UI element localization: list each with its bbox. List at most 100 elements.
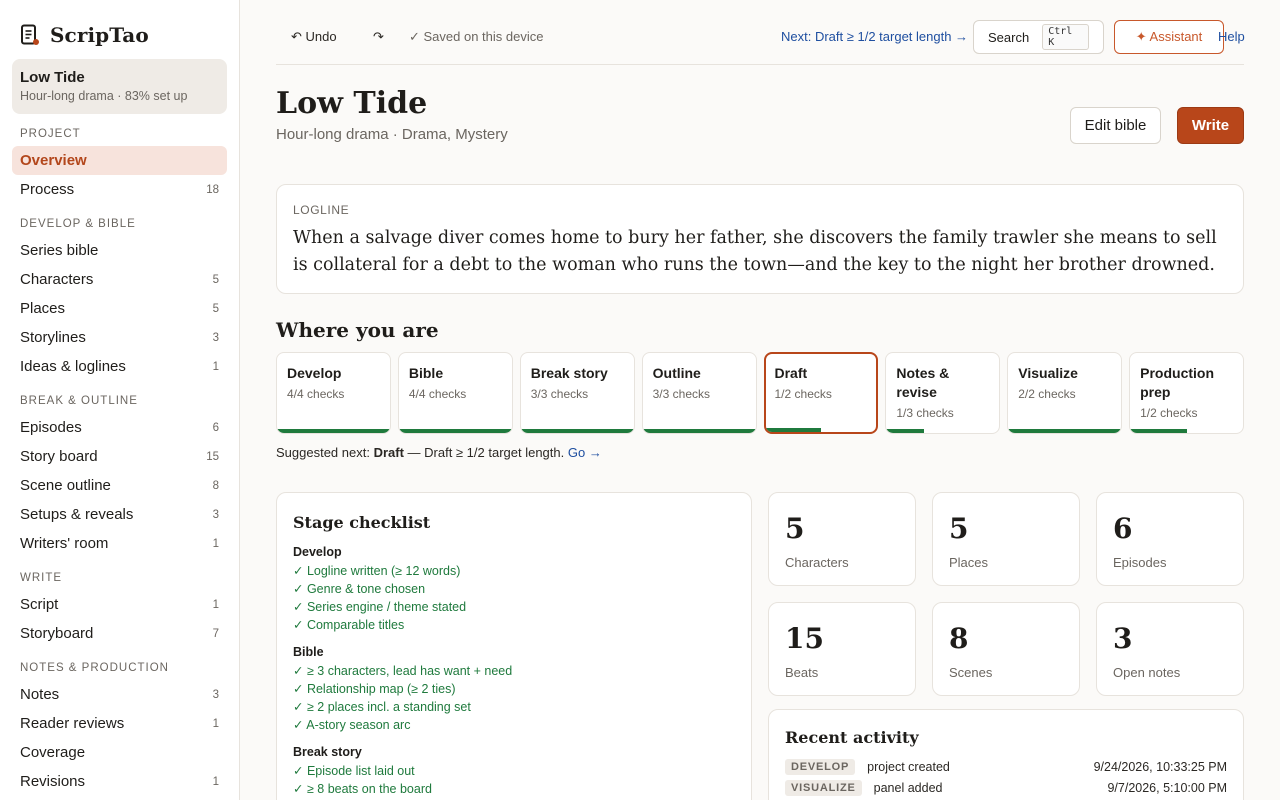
sidebar-item-reader-reviews[interactable]: Reader reviews 1 xyxy=(12,709,227,738)
help-link[interactable]: Help xyxy=(1218,29,1245,44)
stat-number: 3 xyxy=(1113,622,1133,655)
page-subtitle: Hour-long drama · Drama, Mystery xyxy=(276,126,508,143)
app-name: ScripTao xyxy=(50,23,149,47)
stage-progress-bar xyxy=(1130,429,1187,433)
sidebar-item-writers-room[interactable]: Writers' room 1 xyxy=(12,529,227,558)
sidebar-item-revisions[interactable]: Revisions 1 xyxy=(12,767,227,796)
sidebar-item-story-board[interactable]: Story board 15 xyxy=(12,442,227,471)
stage-card-visualize[interactable]: Visualize 2/2 checks xyxy=(1007,352,1123,434)
sidebar-item-label: Script xyxy=(20,596,59,613)
stage-card-draft[interactable]: Draft 1/2 checks xyxy=(763,352,879,434)
activity-row[interactable]: DEVELOP project created 9/24/2026, 10:33:2… xyxy=(785,756,1227,777)
sidebar-item-label: Coverage xyxy=(20,744,86,761)
checklist-group-name: Develop xyxy=(293,545,342,559)
sidebar-item-label: Storyboard xyxy=(20,625,94,642)
stage-card-production-prep[interactable]: Production prep 1/2 checks xyxy=(1129,352,1244,434)
brand[interactable]: ScripTao xyxy=(0,0,239,48)
stat-card-open-notes[interactable]: 3 Open notes xyxy=(1096,602,1244,696)
next-step-link[interactable]: Next: Draft ≥ 1/2 target length → xyxy=(781,29,968,44)
logline-card[interactable]: LOGLINE When a salvage diver comes home … xyxy=(276,184,1244,294)
stage-progress-bar xyxy=(520,429,634,433)
suggested-next: Suggested next: Draft — Draft ≥ 1/2 targ… xyxy=(276,445,602,460)
sidebar-item-label: Storylines xyxy=(20,329,86,346)
stage-card-outline[interactable]: Outline 3/3 checks xyxy=(641,352,757,434)
nav-section-heading: WRITE xyxy=(20,572,63,584)
logline-label: LOGLINE xyxy=(293,203,350,217)
sidebar-item-episodes[interactable]: Episodes 6 xyxy=(12,413,227,442)
stage-checks: 1/2 checks xyxy=(1140,406,1198,420)
sidebar-item-characters[interactable]: Characters 5 xyxy=(12,265,227,294)
search-shortcut: Ctrl K xyxy=(1042,24,1089,50)
stat-card-scenes[interactable]: 8 Scenes xyxy=(932,602,1080,696)
checklist-item: ✓ Comparable titles xyxy=(293,618,405,632)
sidebar-item-series-bible[interactable]: Series bible xyxy=(12,236,227,265)
sidebar-item-label: Writers' room xyxy=(20,535,109,552)
sidebar-item-label: Ideas & loglines xyxy=(20,358,126,375)
stat-number: 8 xyxy=(949,622,969,655)
sidebar-item-count: 5 xyxy=(212,273,219,286)
stat-card-characters[interactable]: 5 Characters xyxy=(768,492,916,586)
redo-button[interactable]: ↷ xyxy=(373,29,384,45)
sidebar-item-count: 1 xyxy=(212,598,219,611)
sidebar-item-script[interactable]: Script 1 xyxy=(12,590,227,619)
stage-progress-bar xyxy=(642,429,756,433)
page-title: Low Tide xyxy=(276,86,428,121)
sidebar-item-count: 3 xyxy=(212,688,219,701)
stat-label: Beats xyxy=(785,665,819,680)
undo-button[interactable]: ↶ Undo xyxy=(291,29,337,45)
where-you-are-heading: Where you are xyxy=(276,318,439,342)
sidebar-item-label: Characters xyxy=(20,271,94,288)
checklist-group-break-story: Break story ✓ Episode list laid out ✓ ≥ 8 … xyxy=(293,745,735,798)
stage-card-notes-revise[interactable]: Notes & revise 1/3 checks xyxy=(885,352,1001,434)
sidebar-item-label: Story board xyxy=(20,448,98,465)
stat-card-places[interactable]: 5 Places xyxy=(932,492,1080,586)
stat-label: Open notes xyxy=(1113,665,1181,680)
stat-label: Places xyxy=(949,555,989,570)
sidebar-item-places[interactable]: Places 5 xyxy=(12,294,227,323)
edit-bible-button[interactable]: Edit bible xyxy=(1070,107,1161,144)
stage-card-develop[interactable]: Develop 4/4 checks xyxy=(276,352,391,434)
activity-row[interactable]: VISUALIZE panel added 9/7/2026, 5:10:00 PM xyxy=(785,777,1227,798)
search-label: Search xyxy=(988,29,1030,45)
sidebar-item-notes[interactable]: Notes 3 xyxy=(12,680,227,709)
checklist-item: ✓ Relationship map (≥ 2 ties) xyxy=(293,682,456,696)
sidebar-item-storyboard[interactable]: Storyboard 7 xyxy=(12,619,227,648)
assistant-button[interactable]: ✦ Assistant xyxy=(1114,20,1224,54)
stat-label: Characters xyxy=(785,555,849,570)
sidebar-item-coverage[interactable]: Coverage xyxy=(12,738,227,767)
sidebar-item-count: 1 xyxy=(212,717,219,730)
sidebar-item-ideas-loglines[interactable]: Ideas & loglines 1 xyxy=(12,352,227,381)
suggest-stage: Draft xyxy=(373,445,404,460)
sidebar-item-setups-reveals[interactable]: Setups & reveals 3 xyxy=(12,500,227,529)
stage-card-break-story[interactable]: Break story 3/3 checks xyxy=(519,352,635,434)
write-button[interactable]: Write xyxy=(1177,107,1244,144)
project-switcher[interactable]: Low Tide Hour-long drama · 83% set up xyxy=(12,59,227,114)
stat-card-beats[interactable]: 15 Beats xyxy=(768,602,916,696)
stat-label: Episodes xyxy=(1113,555,1167,570)
nav-section-heading: DEVELOP & BIBLE xyxy=(20,218,136,230)
sidebar-item-count: 7 xyxy=(212,627,219,640)
sidebar-item-scene-outline[interactable]: Scene outline 8 xyxy=(12,471,227,500)
stage-tracker: Develop 4/4 checks Bible 4/4 checks Break st… xyxy=(276,352,1244,434)
suggest-go-link[interactable]: Go → xyxy=(568,445,602,460)
sidebar-item-label: Reader reviews xyxy=(20,715,125,732)
stage-name: Visualize xyxy=(1018,365,1078,381)
project-meta: Hour-long drama · 83% set up xyxy=(20,89,188,103)
stage-name: Bible xyxy=(408,365,444,381)
stage-checklist: Stage checklist Develop ✓ Logline written… xyxy=(276,492,752,800)
sidebar-item-storylines[interactable]: Storylines 3 xyxy=(12,323,227,352)
save-status: ✓ Saved on this device xyxy=(409,29,544,44)
sidebar-item-count: 8 xyxy=(212,479,219,492)
stage-card-bible[interactable]: Bible 4/4 checks xyxy=(397,352,513,434)
search-button[interactable]: Search Ctrl K xyxy=(973,20,1104,54)
stat-card-episodes[interactable]: 6 Episodes xyxy=(1096,492,1244,586)
sidebar-item-count: 3 xyxy=(212,331,219,344)
sidebar-item-process[interactable]: Process 18 xyxy=(12,175,227,204)
stage-checks: 3/3 checks xyxy=(530,387,589,401)
stat-number: 6 xyxy=(1113,512,1133,545)
checklist-group-develop: Develop ✓ Logline written (≥ 12 words) ✓ G… xyxy=(293,545,735,634)
stage-progress-bar xyxy=(277,429,390,433)
sidebar-item-overview[interactable]: Overview xyxy=(12,146,227,175)
main-content: ↶ Undo ↷ ✓ Saved on this device Next: Dr… xyxy=(276,0,1245,800)
stage-checks: 1/3 checks xyxy=(896,406,954,420)
